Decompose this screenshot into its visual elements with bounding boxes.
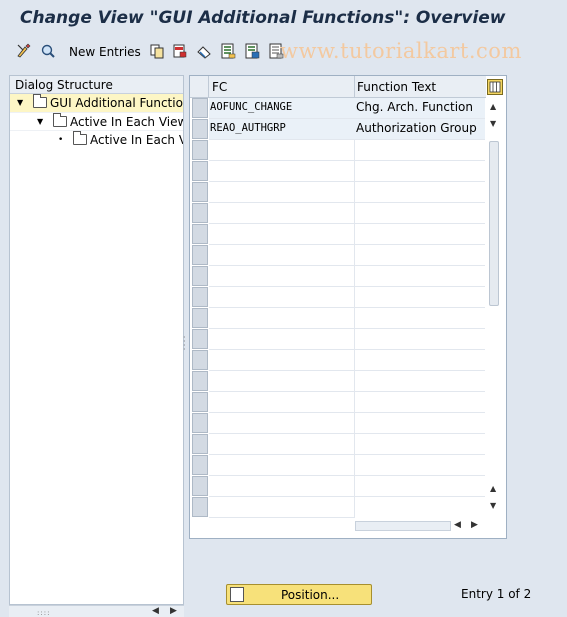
folder-icon	[73, 131, 87, 145]
position-icon	[230, 587, 244, 602]
table-control: FC Function Text AOFUNC_CHANGE Chg. Arch.…	[189, 75, 507, 539]
scroll-left-icon[interactable]: ◀	[454, 520, 461, 530]
expand-arrow-icon[interactable]: ▼	[17, 94, 23, 112]
cell-fc[interactable]: REAO_AUTHGRP	[210, 122, 286, 134]
row-selector[interactable]	[192, 98, 208, 118]
row-selector[interactable]	[192, 413, 208, 433]
row-selector[interactable]	[192, 371, 208, 391]
new-entries-button[interactable]: New Entries	[69, 45, 141, 59]
expand-arrow-icon[interactable]: ▼	[37, 113, 43, 130]
table-row[interactable]	[209, 392, 485, 413]
position-button-label: Position...	[281, 588, 340, 602]
scroll-thumb[interactable]	[489, 141, 499, 306]
column-divider	[208, 76, 209, 98]
scroll-thumb[interactable]	[355, 521, 451, 531]
row-selector[interactable]	[192, 329, 208, 349]
column-header-fc[interactable]: FC	[212, 80, 227, 94]
table-row[interactable]	[209, 224, 485, 245]
leaf-bullet-icon: •	[58, 135, 64, 145]
cell-function-text[interactable]: Chg. Arch. Function	[356, 100, 473, 114]
table-row[interactable]: AOFUNC_CHANGE Chg. Arch. Function	[209, 98, 485, 119]
table-row[interactable]	[209, 287, 485, 308]
table-vscrollbar[interactable]: ▲ ▼ ▲ ▼	[487, 99, 502, 517]
table-row[interactable]	[209, 140, 485, 161]
table-row[interactable]	[209, 245, 485, 266]
dialog-structure-header: Dialog Structure	[10, 76, 183, 94]
table-row[interactable]	[209, 329, 485, 350]
grip-icon: ::::	[37, 609, 51, 617]
row-selector[interactable]	[192, 161, 208, 181]
table-hscrollbar[interactable]: ◀ ▶	[355, 517, 487, 535]
table-row[interactable]: REAO_AUTHGRP Authorization Group	[209, 119, 485, 140]
table-header: FC Function Text	[190, 76, 486, 98]
cell-fc[interactable]: AOFUNC_CHANGE	[210, 101, 292, 113]
table-row[interactable]	[209, 455, 485, 476]
find-icon[interactable]	[40, 43, 56, 59]
row-selector[interactable]	[192, 434, 208, 454]
table-row[interactable]	[209, 497, 485, 518]
row-selector[interactable]	[192, 497, 208, 517]
title-bar: Change View "GUI Additional Functions": …	[0, 0, 567, 38]
select-block-icon[interactable]	[244, 43, 260, 59]
page-title: Change View "GUI Additional Functions": …	[20, 8, 506, 28]
delete-icon[interactable]	[172, 43, 188, 59]
table-row[interactable]	[209, 266, 485, 287]
position-button[interactable]: Position...	[226, 584, 372, 605]
table-row[interactable]	[209, 203, 485, 224]
scroll-left-icon[interactable]: ◀	[152, 606, 159, 616]
tree-item-label: Active In Each View	[70, 115, 183, 129]
undo-icon[interactable]	[196, 43, 212, 59]
dialog-structure-hscrollbar[interactable]: :::: ◀ ▶	[9, 605, 184, 617]
row-selector[interactable]	[192, 140, 208, 160]
row-selector[interactable]	[192, 182, 208, 202]
tree-item-active-in-each-vi[interactable]: • Active In Each Vi	[10, 130, 183, 148]
tree-item-gui-additional-functions[interactable]: ▼ GUI Additional Functions	[10, 94, 183, 112]
page-down-icon[interactable]: ▲	[490, 484, 496, 493]
row-selector[interactable]	[192, 245, 208, 265]
tree-item-label: Active In Each Vi	[90, 133, 183, 147]
scroll-right-icon[interactable]: ▶	[170, 606, 177, 616]
scroll-down-icon[interactable]: ▼	[490, 501, 496, 510]
page-up-icon[interactable]: ▼	[490, 119, 496, 128]
row-selector[interactable]	[192, 266, 208, 286]
row-selector[interactable]	[192, 203, 208, 223]
row-selector[interactable]	[192, 308, 208, 328]
row-selector[interactable]	[192, 119, 208, 139]
column-header-function-text[interactable]: Function Text	[357, 80, 436, 94]
table-settings-icon[interactable]	[487, 79, 503, 95]
copy-icon[interactable]	[149, 43, 165, 59]
table-row[interactable]	[209, 413, 485, 434]
cell-function-text[interactable]: Authorization Group	[356, 121, 477, 135]
folder-icon	[33, 94, 47, 108]
table-row[interactable]	[209, 434, 485, 455]
table-row[interactable]	[209, 371, 485, 392]
scroll-up-icon[interactable]: ▲	[490, 102, 496, 111]
table-row[interactable]	[209, 476, 485, 497]
table-row[interactable]	[209, 350, 485, 371]
table-row[interactable]	[209, 182, 485, 203]
row-selector[interactable]	[192, 392, 208, 412]
watermark: www.tutorialkart.com	[280, 39, 522, 63]
table-row[interactable]	[209, 308, 485, 329]
column-divider	[354, 76, 355, 98]
row-selector[interactable]	[192, 350, 208, 370]
tree-item-label: GUI Additional Functions	[50, 96, 183, 110]
display-change-icon[interactable]	[16, 43, 32, 59]
folder-icon	[53, 113, 67, 127]
tree-item-active-in-each-view[interactable]: ▼ Active In Each View	[10, 112, 183, 130]
scroll-right-icon[interactable]: ▶	[471, 520, 478, 530]
row-selector[interactable]	[192, 224, 208, 244]
select-all-icon[interactable]	[220, 43, 236, 59]
splitter-grip-icon[interactable]: · · · ·	[183, 334, 186, 354]
row-selector[interactable]	[192, 455, 208, 475]
dialog-structure-pane: Dialog Structure ▼ GUI Additional Functi…	[9, 75, 184, 605]
row-selector[interactable]	[192, 287, 208, 307]
row-selector[interactable]	[192, 476, 208, 496]
entry-count: Entry 1 of 2	[461, 587, 532, 601]
table-row[interactable]	[209, 161, 485, 182]
